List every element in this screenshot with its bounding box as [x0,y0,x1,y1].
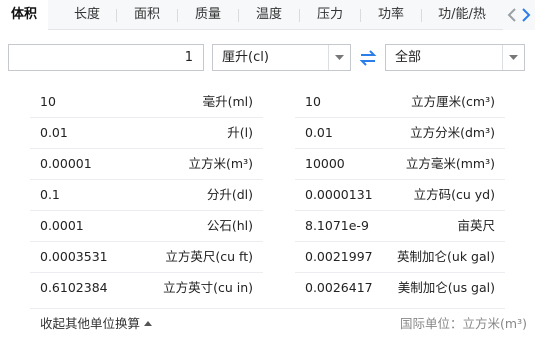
result-row: 8.1071e-9 亩英尺 [295,210,505,241]
chevron-right-icon[interactable] [519,6,533,24]
result-unit: 立方码(cu yd) [413,187,495,202]
result-value: 8.1071e-9 [305,218,369,233]
swap-icon[interactable] [357,47,379,69]
result-value: 10000 [305,156,345,171]
result-value: 0.00001 [40,156,92,171]
result-row: 10 毫升(ml) [30,86,263,117]
result-unit: 毫升(ml) [202,94,253,109]
result-unit: 公石(hl) [206,218,253,233]
result-unit: 立方分米(dm³) [410,125,495,140]
result-row: 0.0026417 美制加仑(us gal) [295,272,505,303]
unit-category-tabbar: 体积 长度 面积 质量 温度 压力 功率 功/能/热 [0,0,535,30]
tab-temperature[interactable]: 温度 [239,0,299,30]
result-value: 0.01 [305,125,333,140]
tab-power[interactable]: 功率 [361,0,421,30]
tab-volume[interactable]: 体积 [0,0,48,30]
result-row: 0.0000131 立方码(cu yd) [295,179,505,210]
result-row: 0.0003531 立方英尺(cu ft) [30,241,263,272]
result-value: 0.01 [40,125,68,140]
si-unit-label: 国际单位：立方米(m³) [400,316,527,331]
scope-select-dropdown-button[interactable] [502,45,524,70]
result-value: 0.1 [40,187,60,202]
result-unit: 立方毫米(mm³) [405,156,495,171]
unit-select-value: 厘升(cl) [222,50,269,65]
caret-up-icon [144,321,153,326]
chevron-left-icon[interactable] [505,6,519,24]
result-row: 10000 立方毫米(mm³) [295,148,505,179]
result-row: 0.0021997 英制加仑(uk gal) [295,241,505,272]
tab-area[interactable]: 面积 [117,0,177,30]
result-row: 10 立方厘米(cm³) [295,86,505,117]
result-value: 0.0021997 [305,249,373,264]
footer-divider [30,308,505,309]
result-unit: 立方英寸(cu in) [163,280,253,295]
result-value: 0.0000131 [305,187,373,202]
result-unit: 立方厘米(cm³) [411,94,495,109]
result-unit: 分升(dl) [206,187,253,202]
scope-select-value: 全部 [395,50,422,65]
collapse-label: 收起其他单位换算 [40,316,141,331]
tab-nav-arrows [503,0,535,30]
tab-pressure[interactable]: 压力 [300,0,360,30]
unit-select-dropdown-button[interactable] [328,45,350,70]
unit-select[interactable]: 厘升(cl) [212,44,351,71]
result-row: 0.01 立方分米(dm³) [295,117,505,148]
tab-length[interactable]: 长度 [58,0,116,30]
result-row: 0.6102384 立方英寸(cu in) [30,272,263,303]
result-value: 0.0001 [40,218,84,233]
result-row: 0.00001 立方米(m³) [30,148,263,179]
result-unit: 升(l) [227,125,253,140]
result-unit: 英制加仑(uk gal) [397,249,495,264]
result-row: 0.1 分升(dl) [30,179,263,210]
result-row: 0.01 升(l) [30,117,263,148]
result-value: 0.0026417 [305,280,373,295]
tab-work-energy-heat[interactable]: 功/能/热 [422,0,502,30]
result-row: 0.0001 公石(hl) [30,210,263,241]
result-value: 0.0003531 [40,249,108,264]
value-input[interactable] [8,44,204,71]
result-unit: 美制加仑(us gal) [397,280,495,295]
result-unit: 立方英尺(cu ft) [165,249,253,264]
scope-select[interactable]: 全部 [385,44,525,71]
chevron-down-icon [509,55,518,60]
result-value: 10 [40,94,56,109]
collapse-other-units-link[interactable]: 收起其他单位换算 [40,313,153,332]
result-value: 10 [305,94,321,109]
result-value: 0.6102384 [40,280,108,295]
chevron-down-icon [335,55,344,60]
result-unit: 立方米(m³) [188,156,253,171]
tab-mass[interactable]: 质量 [178,0,238,30]
result-unit: 亩英尺 [457,218,495,233]
